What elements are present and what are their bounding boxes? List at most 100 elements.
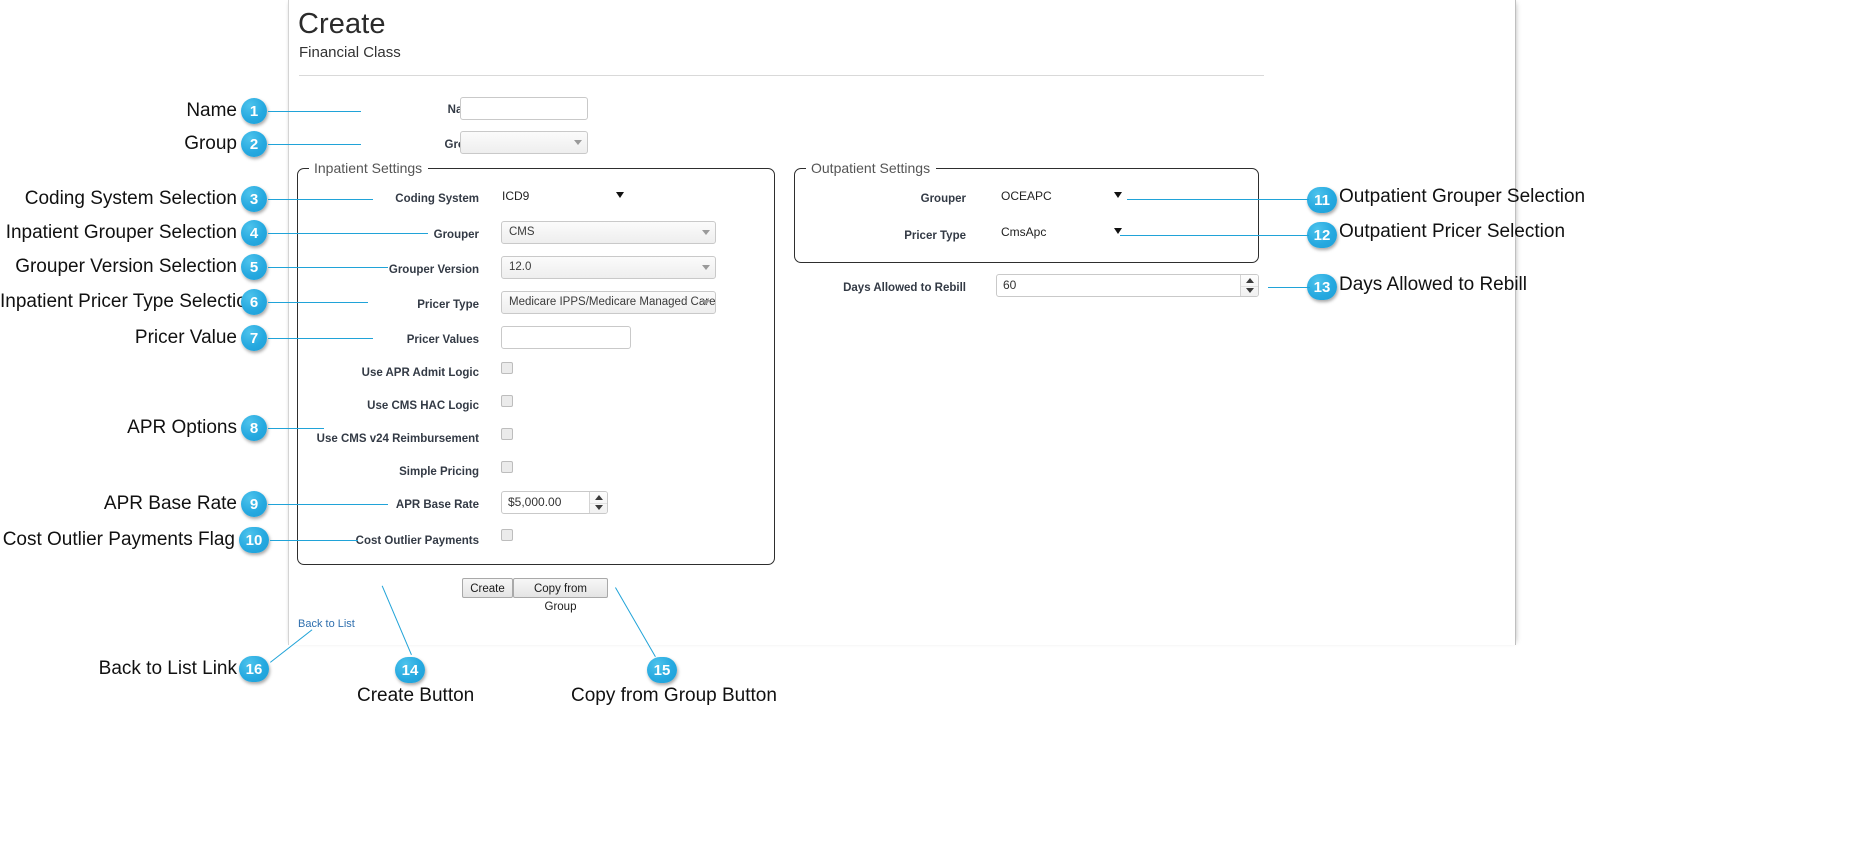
leader-line-1 <box>268 111 361 112</box>
chevron-down-icon <box>568 132 587 153</box>
annotation-label-4: Inpatient Grouper Selection <box>5 222 237 243</box>
inpatient-pricer-type-value: Medicare IPPS/Medicare Managed Care <box>509 296 716 308</box>
apr-base-rate-spinner-buttons[interactable] <box>589 492 607 513</box>
outpatient-settings-legend: Outpatient Settings <box>806 160 937 176</box>
leader-line-12 <box>1120 235 1309 236</box>
leader-line-9 <box>268 504 388 505</box>
use-apr-admit-logic-label: Use APR Admit Logic <box>361 367 479 379</box>
annotation-badge-6: 6 <box>241 289 267 315</box>
grouper-version-dropdown[interactable]: 12.0 <box>501 256 716 279</box>
annotation-label-13: Days Allowed to Rebill <box>1339 274 1527 295</box>
days-allowed-to-rebill-value: 60 <box>1003 278 1017 292</box>
annotation-badge-3: 3 <box>241 186 267 212</box>
name-input[interactable] <box>460 97 588 120</box>
inpatient-pricer-type-label: Pricer Type <box>417 299 479 311</box>
annotation-label-14: Create Button <box>357 685 475 706</box>
group-dropdown[interactable] <box>460 131 588 154</box>
leader-line-10 <box>270 540 358 541</box>
screenshot-root: Create Financial Class Name Group Inpati… <box>0 0 1853 849</box>
page-title: Create <box>298 8 386 40</box>
title-divider <box>299 75 1264 76</box>
pricer-values-input[interactable] <box>501 326 631 349</box>
outpatient-grouper-label: Grouper <box>920 193 966 205</box>
leader-line-5 <box>268 267 388 268</box>
use-cms-hac-logic-checkbox[interactable] <box>501 395 513 407</box>
leader-line-3 <box>268 199 373 200</box>
annotation-badge-16: 16 <box>239 656 269 682</box>
simple-pricing-checkbox[interactable] <box>501 461 513 473</box>
annotation-label-15: Copy from Group Button <box>571 685 777 706</box>
annotation-label-6: Inpatient Pricer Type Selection <box>0 291 258 312</box>
spinner-down-icon[interactable] <box>1241 286 1258 297</box>
leader-line-11 <box>1127 199 1309 200</box>
annotation-badge-9: 9 <box>241 491 267 517</box>
grouper-version-label: Grouper Version <box>388 264 479 276</box>
annotation-badge-11: 11 <box>1307 187 1337 213</box>
annotation-badge-10: 10 <box>239 527 269 553</box>
coding-system-select[interactable]: ICD9 <box>502 188 627 204</box>
outpatient-pricer-type-label: Pricer Type <box>904 230 966 242</box>
annotation-label-1: Name <box>186 100 237 121</box>
days-allowed-to-rebill-label: Days Allowed to Rebill <box>843 282 966 294</box>
use-apr-admit-logic-checkbox[interactable] <box>501 362 513 374</box>
create-button[interactable]: Create <box>462 578 513 598</box>
leader-line-2 <box>268 144 361 145</box>
inpatient-grouper-dropdown[interactable]: CMS <box>501 221 716 244</box>
outpatient-grouper-select[interactable]: OCEAPC <box>1001 188 1131 204</box>
chevron-down-icon <box>1114 228 1122 234</box>
chevron-down-icon <box>1114 192 1122 198</box>
annotation-badge-13: 13 <box>1307 274 1337 300</box>
outpatient-settings-fieldset: Outpatient Settings <box>794 160 1259 263</box>
spinner-up-icon[interactable] <box>590 492 607 503</box>
annotation-label-12: Outpatient Pricer Selection <box>1339 221 1566 242</box>
leader-line-7 <box>268 338 373 339</box>
annotation-label-8: APR Options <box>127 417 237 438</box>
chevron-down-icon <box>696 292 715 313</box>
annotation-badge-4: 4 <box>241 220 267 246</box>
annotation-label-2: Group <box>184 133 237 154</box>
annotation-badge-5: 5 <box>241 254 267 280</box>
leader-line-8 <box>268 428 324 429</box>
simple-pricing-label: Simple Pricing <box>399 466 479 478</box>
grouper-version-value: 12.0 <box>509 261 532 273</box>
leader-line-6 <box>268 302 368 303</box>
chevron-down-icon <box>616 192 624 198</box>
back-to-list-link[interactable]: Back to List <box>298 618 355 630</box>
leader-line-4 <box>268 233 428 234</box>
annotation-label-16: Back to List Link <box>98 658 237 679</box>
apr-base-rate-value: $5,000.00 <box>508 495 562 509</box>
annotation-badge-1: 1 <box>241 98 267 124</box>
apr-base-rate-stepper[interactable]: $5,000.00 <box>501 491 608 514</box>
outpatient-pricer-type-select[interactable]: CmsApc <box>1001 224 1131 240</box>
pricer-values-label: Pricer Values <box>406 334 479 346</box>
inpatient-grouper-label: Grouper <box>433 229 479 241</box>
application-panel: Create Financial Class Name Group Inpati… <box>288 0 1516 645</box>
page-subtitle: Financial Class <box>299 44 401 61</box>
leader-line-13 <box>1268 287 1310 288</box>
days-allowed-to-rebill-stepper[interactable]: 60 <box>996 274 1259 297</box>
spinner-down-icon[interactable] <box>590 503 607 514</box>
annotation-badge-7: 7 <box>241 325 267 351</box>
use-cms-hac-logic-label: Use CMS HAC Logic <box>367 400 479 412</box>
coding-system-label: Coding System <box>395 193 479 205</box>
inpatient-pricer-type-dropdown[interactable]: Medicare IPPS/Medicare Managed Care <box>501 291 716 314</box>
annotation-badge-8: 8 <box>241 415 267 441</box>
outpatient-pricer-type-value: CmsApc <box>1001 225 1047 239</box>
apr-base-rate-label: APR Base Rate <box>395 499 479 511</box>
annotation-label-11: Outpatient Grouper Selection <box>1339 186 1586 207</box>
annotation-label-7: Pricer Value <box>134 327 237 348</box>
coding-system-value: ICD9 <box>502 189 530 203</box>
use-cms-v24-reimbursement-checkbox[interactable] <box>501 428 513 440</box>
copy-from-group-button[interactable]: Copy from Group <box>513 578 608 613</box>
use-cms-v24-reimbursement-label: Use CMS v24 Reimbursement <box>316 433 479 445</box>
chevron-down-icon <box>696 222 715 243</box>
inpatient-grouper-value: CMS <box>509 226 535 238</box>
spinner-up-icon[interactable] <box>1241 275 1258 286</box>
days-allowed-spinner-buttons[interactable] <box>1240 275 1258 296</box>
annotation-label-9: APR Base Rate <box>103 493 237 514</box>
annotation-label-10: Cost Outlier Payments Flag <box>2 529 235 550</box>
cost-outlier-payments-checkbox[interactable] <box>501 529 513 541</box>
annotation-badge-2: 2 <box>241 131 267 157</box>
chevron-down-icon <box>696 257 715 278</box>
outpatient-grouper-value: OCEAPC <box>1001 189 1052 203</box>
